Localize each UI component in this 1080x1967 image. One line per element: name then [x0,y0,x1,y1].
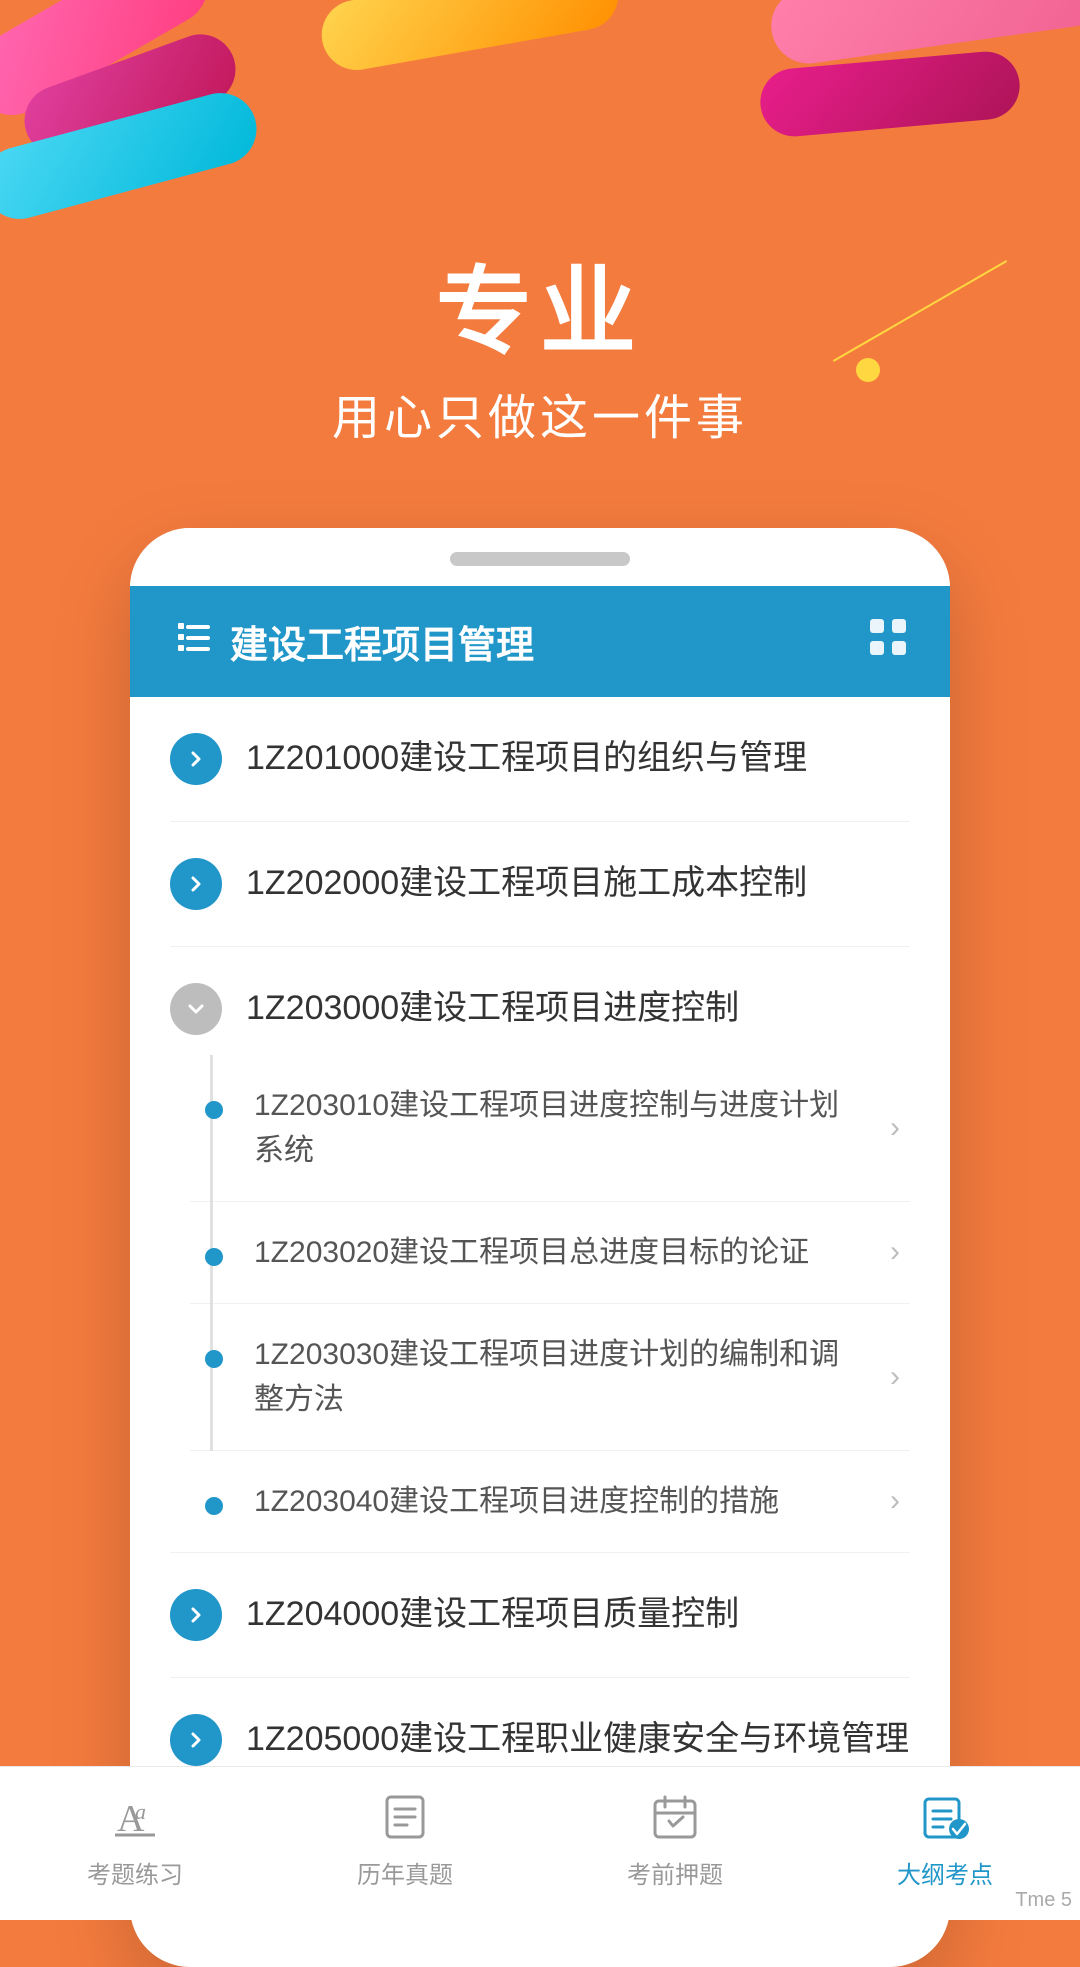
chevron-circle-5 [170,1714,222,1766]
timeline-line-1 [210,1055,213,1202]
tab-past[interactable]: 历年真题 [270,1787,540,1890]
tab-pre-icon [645,1787,705,1847]
tab-practice-label: 考题练习 [87,1855,183,1890]
notch-bar [450,552,630,566]
svg-text:a: a [135,1799,146,1824]
list-menu-icon [170,620,210,662]
hero-title: 专业 [0,260,1080,366]
menu-item-1z203000[interactable]: 1Z203000建设工程项目进度控制 [170,947,910,1055]
tab-outline-icon [915,1787,975,1847]
hero-section: 专业 用心只做这一件事 [0,0,1080,448]
submenu-1z203000: 1Z203010建设工程项目进度控制与进度计划系统 › 1Z203020建设工程… [170,1055,910,1552]
menu-item-1z203000-label: 1Z203000建设工程项目进度控制 [246,985,910,1033]
timeline-dot-4 [205,1497,223,1515]
menu-item-1z201000[interactable]: 1Z201000建设工程项目的组织与管理 [170,697,910,822]
tme-label-container: Tme 5 [970,1835,1080,1920]
menu-item-1z203000-group: 1Z203000建设工程项目进度控制 1Z203010建设工程项目进度控制与进度… [170,947,910,1553]
menu-item-1z204000[interactable]: 1Z204000建设工程项目质量控制 [170,1553,910,1678]
chevron-circle-3 [170,983,222,1035]
list-header[interactable]: 建设工程项目管理 [130,586,950,697]
tab-past-label: 历年真题 [357,1855,453,1890]
menu-item-1z202000[interactable]: 1Z202000建设工程项目施工成本控制 [170,822,910,947]
chevron-circle-4 [170,1589,222,1641]
phone-card: 建设工程项目管理 1Z201000建设工程项目的组织与管理 1Z202000建设 [130,528,950,1967]
menu-item-1z205000-label: 1Z205000建设工程职业健康安全与环境管理 [246,1716,910,1764]
tab-pre-label: 考前押题 [627,1855,723,1890]
list-header-title: 建设工程项目管理 [230,614,534,669]
arrow-right-3: › [890,1360,900,1394]
submenu-item-1z203030[interactable]: 1Z203030建设工程项目进度计划的编制和调整方法 › [190,1304,910,1451]
menu-item-1z202000-label: 1Z202000建设工程项目施工成本控制 [246,860,910,908]
tab-past-icon [375,1787,435,1847]
timeline-dot-1 [205,1101,223,1119]
grid-icon[interactable] [866,615,910,668]
menu-item-1z201000-label: 1Z201000建设工程项目的组织与管理 [246,735,910,783]
submenu-item-1z203040-label: 1Z203040建设工程项目进度控制的措施 [254,1479,910,1524]
timeline-dot-2 [205,1248,223,1266]
tab-bar: A a 考题练习 历年真题 考前 [0,1766,1080,1920]
submenu-item-1z203010[interactable]: 1Z203010建设工程项目进度控制与进度计划系统 › [190,1055,910,1202]
arrow-right-1: › [890,1111,900,1145]
arrow-right-2: › [890,1235,900,1269]
submenu-item-1z203040[interactable]: 1Z203040建设工程项目进度控制的措施 › [190,1451,910,1552]
tab-pre[interactable]: 考前押题 [540,1787,810,1890]
menu-list: 1Z201000建设工程项目的组织与管理 1Z202000建设工程项目施工成本控… [130,697,950,1927]
arrow-right-4: › [890,1484,900,1518]
submenu-item-1z203010-label: 1Z203010建设工程项目进度控制与进度计划系统 [254,1083,910,1173]
submenu-item-1z203020-label: 1Z203020建设工程项目总进度目标的论证 [254,1230,910,1275]
timeline-line-3 [210,1304,213,1451]
tab-practice-icon: A a [105,1787,165,1847]
submenu-item-1z203030-label: 1Z203030建设工程项目进度计划的编制和调整方法 [254,1332,910,1422]
submenu-item-1z203020[interactable]: 1Z203020建设工程项目总进度目标的论证 › [190,1202,910,1304]
chevron-circle-2 [170,858,222,910]
hero-subtitle: 用心只做这一件事 [0,378,1080,448]
chevron-circle-1 [170,733,222,785]
list-header-left: 建设工程项目管理 [170,614,534,669]
menu-item-1z204000-label: 1Z204000建设工程项目质量控制 [246,1591,910,1639]
phone-notch [130,528,950,586]
tme-label: Tme 5 [1015,1889,1072,1912]
tab-practice[interactable]: A a 考题练习 [0,1787,270,1890]
timeline-dot-3 [205,1350,223,1368]
